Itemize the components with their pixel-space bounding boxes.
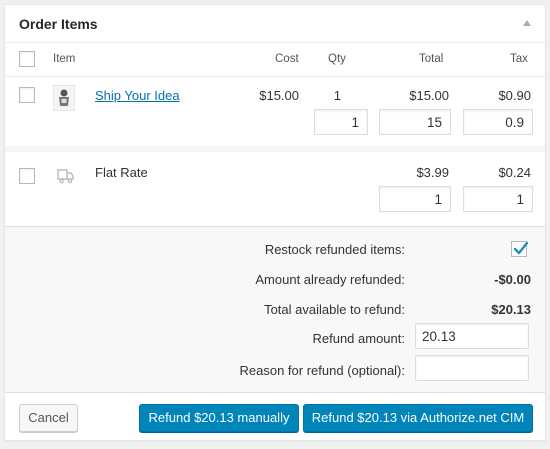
column-header-cost: Cost [275,53,299,65]
panel-header: Order Items [5,5,545,43]
refund-line-total-input[interactable] [379,109,451,135]
refund-line-tax-input[interactable] [463,109,533,135]
refund-reason-input[interactable] [415,355,529,381]
refund-actions: Cancel Refund $20.13 manually Refund $20… [5,392,545,440]
restock-label: Restock refunded items: [264,242,405,257]
refund-via-gateway-button[interactable]: Refund $20.13 via Authorize.net CIM [303,404,533,432]
line-item-tax: $0.90 [498,88,531,103]
checkmark-icon [513,241,529,255]
shipping-total: $3.99 [416,165,449,180]
refund-qty-input[interactable] [314,109,368,135]
refund-shipping-total-input[interactable] [379,186,451,212]
restock-checkbox[interactable] [511,241,529,257]
panel-title: Order Items [19,16,98,32]
already-refunded-value: -$0.00 [494,272,531,287]
column-header-qty: Qty [328,53,346,65]
product-thumbnail[interactable] [53,85,75,111]
refund-reason-label: Reason for refund (optional): [239,363,405,378]
column-header-total: Total [419,53,444,65]
cancel-button[interactable]: Cancel [19,404,78,432]
truck-icon [57,169,74,184]
line-item-checkbox[interactable] [19,87,35,103]
refund-shipping-tax-input[interactable] [463,186,533,212]
refund-manually-button[interactable]: Refund $20.13 manually [139,404,299,432]
line-item-total: $15.00 [409,88,449,103]
collapse-toggle-icon[interactable] [523,20,531,26]
already-refunded-label: Amount already refunded: [255,272,405,287]
divider [5,76,545,77]
refund-amount-input[interactable] [415,323,529,349]
select-all-checkbox[interactable] [19,51,35,67]
available-to-refund-label: Total available to refund: [264,302,405,317]
available-to-refund-value: $20.13 [491,302,531,317]
line-item-cost: $15.00 [259,88,299,103]
order-items-panel: Order Items Item Cost Qty Total Tax Ship… [4,4,546,441]
product-link[interactable]: Ship Your Idea [95,88,180,103]
refund-amount-label: Refund amount: [312,331,405,346]
column-header-tax: Tax [510,53,528,65]
line-item-qty: 1 [333,88,341,103]
column-header-item: Item [53,53,76,65]
shipping-checkbox[interactable] [19,168,35,184]
shipping-method-name: Flat Rate [95,165,148,180]
section-divider [5,146,545,152]
shipping-tax: $0.24 [498,165,531,180]
